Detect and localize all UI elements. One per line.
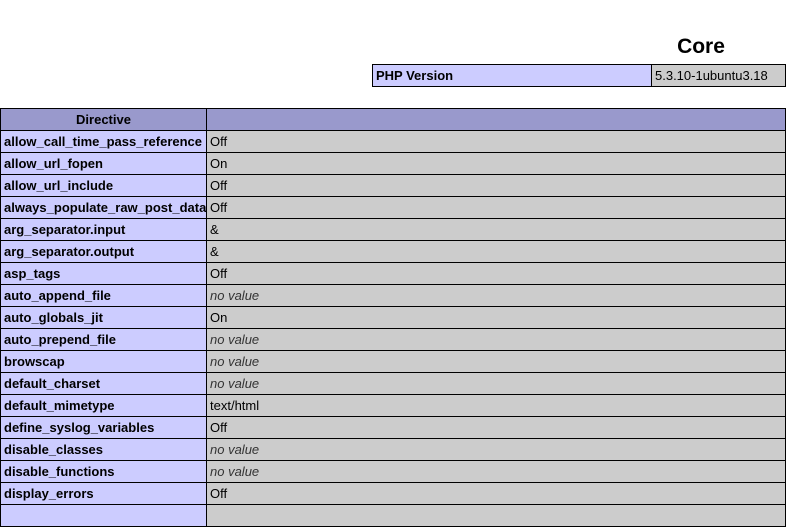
directive-value bbox=[206, 504, 786, 527]
table-row: display_errors Off bbox=[0, 482, 786, 505]
php-version-value: 5.3.10-1ubuntu3.18 bbox=[651, 64, 786, 87]
table-row: allow_url_fopen On bbox=[0, 152, 786, 175]
section-title: Core bbox=[677, 35, 725, 59]
table-row: disable_classes no value bbox=[0, 438, 786, 461]
directive-name: auto_prepend_file bbox=[0, 328, 207, 351]
table-row bbox=[0, 504, 786, 527]
directive-name: allow_url_include bbox=[0, 174, 207, 197]
directive-value: On bbox=[206, 152, 786, 175]
directive-name: allow_url_fopen bbox=[0, 152, 207, 175]
directive-name: allow_call_time_pass_reference bbox=[0, 130, 207, 153]
table-row: allow_call_time_pass_reference Off bbox=[0, 130, 786, 153]
directive-value: no value bbox=[206, 438, 786, 461]
table-row: allow_url_include Off bbox=[0, 174, 786, 197]
table-row: default_charset no value bbox=[0, 372, 786, 395]
directive-value: Off bbox=[206, 482, 786, 505]
php-version-table: PHP Version 5.3.10-1ubuntu3.18 bbox=[372, 64, 786, 87]
directive-name: browscap bbox=[0, 350, 207, 373]
directive-value: Off bbox=[206, 196, 786, 219]
table-row: default_mimetype text/html bbox=[0, 394, 786, 417]
directive-value: text/html bbox=[206, 394, 786, 417]
table-row: auto_prepend_file no value bbox=[0, 328, 786, 351]
directive-value: Off bbox=[206, 416, 786, 439]
directive-name: display_errors bbox=[0, 482, 207, 505]
directive-value: & bbox=[206, 218, 786, 241]
directive-name: disable_functions bbox=[0, 460, 207, 483]
table-row: define_syslog_variables Off bbox=[0, 416, 786, 439]
table-row: always_populate_raw_post_data Off bbox=[0, 196, 786, 219]
directive-name: auto_append_file bbox=[0, 284, 207, 307]
directive-name: arg_separator.input bbox=[0, 218, 207, 241]
table-row: asp_tags Off bbox=[0, 262, 786, 285]
directive-name: default_charset bbox=[0, 372, 207, 395]
table-row: auto_globals_jit On bbox=[0, 306, 786, 329]
directive-name: default_mimetype bbox=[0, 394, 207, 417]
table-row: arg_separator.input & bbox=[0, 218, 786, 241]
table-row: disable_functions no value bbox=[0, 460, 786, 483]
table-row: arg_separator.output & bbox=[0, 240, 786, 263]
directive-value: Off bbox=[206, 174, 786, 197]
directive-value: no value bbox=[206, 284, 786, 307]
directive-name: always_populate_raw_post_data bbox=[0, 196, 207, 219]
directive-value: no value bbox=[206, 372, 786, 395]
header-directive: Directive bbox=[0, 108, 207, 131]
directive-value: no value bbox=[206, 350, 786, 373]
directive-name: asp_tags bbox=[0, 262, 207, 285]
directive-value: On bbox=[206, 306, 786, 329]
directive-table-header: Directive bbox=[0, 108, 786, 131]
directive-name: auto_globals_jit bbox=[0, 306, 207, 329]
directive-value: Off bbox=[206, 262, 786, 285]
directive-table-body: allow_call_time_pass_reference Off allow_u… bbox=[0, 130, 786, 527]
directive-name bbox=[0, 504, 207, 527]
table-row: auto_append_file no value bbox=[0, 284, 786, 307]
directive-value: Off bbox=[206, 130, 786, 153]
directive-table: Directive allow_call_time_pass_reference… bbox=[0, 108, 786, 527]
php-version-row: PHP Version 5.3.10-1ubuntu3.18 bbox=[372, 64, 786, 87]
directive-name: arg_separator.output bbox=[0, 240, 207, 263]
directive-value: no value bbox=[206, 328, 786, 351]
php-version-label: PHP Version bbox=[372, 64, 652, 87]
table-row: browscap no value bbox=[0, 350, 786, 373]
directive-value: & bbox=[206, 240, 786, 263]
directive-name: disable_classes bbox=[0, 438, 207, 461]
directive-name: define_syslog_variables bbox=[0, 416, 207, 439]
header-value bbox=[206, 108, 786, 131]
directive-value: no value bbox=[206, 460, 786, 483]
